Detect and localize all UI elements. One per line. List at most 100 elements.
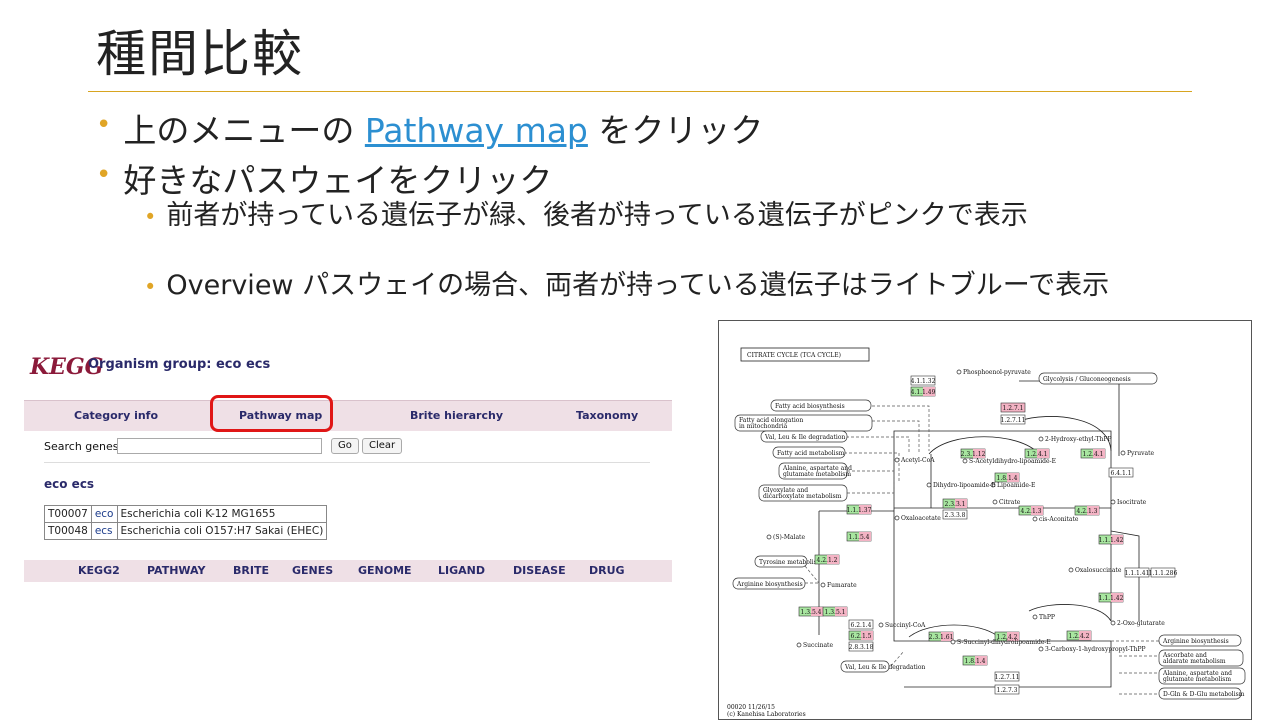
compound-label: 2-Oxo-glutarate <box>1117 620 1165 627</box>
enzyme-box[interactable]: 1.8.1.4 <box>962 655 988 666</box>
enzyme-box[interactable]: 2.8.3.18 <box>849 641 874 652</box>
compound-node[interactable] <box>1032 614 1038 620</box>
compound-node[interactable] <box>950 639 956 645</box>
bullet-2-2: • Overview パスウェイの場合、両者が持っている遺伝子はライトブルーで表… <box>144 272 1176 300</box>
compound-label: Oxalosuccinate <box>1075 567 1122 574</box>
footer-kegg2[interactable]: KEGG2 <box>78 564 120 577</box>
org-codes-title: eco ecs <box>44 477 95 491</box>
footer-genome[interactable]: GENOME <box>358 564 412 577</box>
enzyme-box[interactable]: 1.1.1.286 <box>1149 567 1178 578</box>
enzyme-ec: 1.1.1.41 <box>1125 570 1150 577</box>
enzyme-box[interactable]: 1.2.7.11 <box>995 671 1020 682</box>
organism-code-link[interactable]: eco <box>90 505 118 523</box>
enzyme-box[interactable]: 1.2.4.2 <box>1066 630 1092 641</box>
enzyme-ec: 1.3.5.1 <box>825 609 846 616</box>
compound-node[interactable] <box>962 458 968 464</box>
menu-taxonomy[interactable]: Taxonomy <box>576 409 638 422</box>
enzyme-box[interactable]: 1.1.1.37 <box>847 504 872 515</box>
footer-disease[interactable]: DISEASE <box>513 564 566 577</box>
compound-label: Phosphoenol-pyruvate <box>963 369 1031 376</box>
search-genes-input[interactable] <box>117 438 322 454</box>
enzyme-ec: 4.1.1.49 <box>911 389 936 396</box>
enzyme-box[interactable]: 2.3.3.1 <box>942 498 968 509</box>
enzyme-box[interactable]: 6.2.1.5 <box>848 630 874 641</box>
compound-node[interactable] <box>1032 516 1038 522</box>
pathway-link-label: Fatty acid metabolism <box>777 450 845 457</box>
enzyme-box[interactable]: 4.1.1.49 <box>911 386 936 397</box>
enzyme-box[interactable]: 4.2.1.2 <box>814 554 840 565</box>
enzyme-box[interactable]: 1.2.7.3 <box>994 684 1020 695</box>
pathway-link-label: in mitochondria <box>739 423 788 430</box>
footer-ligand[interactable]: LIGAND <box>438 564 485 577</box>
compound-node[interactable] <box>766 534 772 540</box>
organism-group-title: Organism group: eco ecs <box>88 357 271 372</box>
enzyme-box[interactable]: 1.1.1.41 <box>1125 567 1150 578</box>
bullet-2-1-text: 前者が持っている遺伝子が緑、後者が持っている遺伝子がピンクで表示 <box>166 200 1028 231</box>
go-button[interactable]: Go <box>331 438 359 454</box>
pathway-link-label: D-Gln & D-Glu metabolism <box>1163 691 1245 698</box>
enzyme-box[interactable]: 1.2.7.1 <box>1000 402 1026 413</box>
compound-node[interactable] <box>1038 646 1044 652</box>
compound-node[interactable] <box>1110 499 1116 505</box>
bullet-dot-icon: • <box>144 275 157 299</box>
enzyme-box[interactable]: 1.3.5.1 <box>822 606 848 617</box>
enzyme-box[interactable]: 1.1.5.4 <box>846 531 872 542</box>
enzyme-box[interactable]: 1.2.4.1 <box>1024 448 1050 459</box>
enzyme-ec: 1.2.7.3 <box>997 687 1018 694</box>
bullet-2-1: • 前者が持っている遺伝子が緑、後者が持っている遺伝子がピンクで表示 <box>144 200 1176 231</box>
compound-node[interactable] <box>894 515 900 521</box>
compound-node[interactable] <box>878 622 884 628</box>
kegg-organism-page: KEGG Organism group: eco ecs Category in… <box>24 344 672 584</box>
enzyme-box[interactable]: 2.3.1.61 <box>929 631 954 642</box>
pathway-link-label: Tyrosine metabolism <box>759 559 823 566</box>
compound-node[interactable] <box>820 582 826 588</box>
enzyme-box[interactable]: 2.3.1.12 <box>961 448 986 459</box>
compound-node[interactable] <box>956 369 962 375</box>
enzyme-ec: 2.3.1.12 <box>961 451 986 458</box>
compound-label: Succinate <box>803 642 833 649</box>
footer-brite[interactable]: BRITE <box>233 564 269 577</box>
enzyme-box[interactable]: 6.4.1.1 <box>1108 467 1134 478</box>
organism-name: Escherichia coli O157:H7 Sakai (EHEC) <box>116 522 328 540</box>
enzyme-box[interactable]: 1.1.1.42 <box>1099 592 1124 603</box>
organism-code-link[interactable]: ecs <box>90 522 118 540</box>
organism-name: Escherichia coli K-12 MG1655 <box>116 505 328 523</box>
kegg-menu-bar: Category info Pathway map Brite hierarch… <box>24 400 672 431</box>
compound-node[interactable] <box>926 482 932 488</box>
enzyme-box[interactable]: 1.8.1.4 <box>994 472 1020 483</box>
compound-label: Citrate <box>999 499 1021 506</box>
enzyme-ec: 2.3.3.1 <box>945 501 966 508</box>
enzyme-ec: 1.2.4.1 <box>1083 451 1104 458</box>
compound-node[interactable] <box>992 499 998 505</box>
compound-node[interactable] <box>1038 436 1044 442</box>
enzyme-ec: 1.1.5.4 <box>849 534 870 541</box>
compound-node[interactable] <box>1110 620 1116 626</box>
enzyme-ec: 1.1.1.42 <box>1099 537 1124 544</box>
enzyme-box[interactable]: 4.2.1.3 <box>1074 505 1100 516</box>
menu-brite-hierarchy[interactable]: Brite hierarchy <box>410 409 503 422</box>
enzyme-box[interactable]: 4.2.1.3 <box>1018 505 1044 516</box>
bullet-1-before: 上のメニューの <box>123 111 365 150</box>
enzyme-box[interactable]: 1.2.4.1 <box>1080 448 1106 459</box>
footer-genes[interactable]: GENES <box>292 564 333 577</box>
compound-node[interactable] <box>1068 567 1074 573</box>
compound-node[interactable] <box>894 457 900 463</box>
pathway-map-link[interactable]: Pathway map <box>365 111 588 150</box>
table-row: T00048 ecs Escherichia coli O157:H7 Saka… <box>44 522 328 540</box>
compound-node[interactable] <box>1120 450 1126 456</box>
enzyme-box[interactable]: 1.1.1.42 <box>1099 534 1124 545</box>
enzyme-ec: 6.2.1.4 <box>851 622 872 629</box>
enzyme-box[interactable]: 1.2.7.11 <box>1001 414 1026 425</box>
menu-category-info[interactable]: Category info <box>74 409 158 422</box>
enzyme-ec: 1.1.1.37 <box>847 507 872 514</box>
footer-drug[interactable]: DRUG <box>589 564 625 577</box>
enzyme-ec: 6.2.1.5 <box>851 633 872 640</box>
bullet-dot-icon: • <box>96 110 112 140</box>
footer-pathway[interactable]: PATHWAY <box>147 564 206 577</box>
enzyme-box[interactable]: 1.3.5.4 <box>798 606 824 617</box>
enzyme-box[interactable]: 6.2.1.4 <box>848 619 874 630</box>
enzyme-box[interactable]: 2.3.3.8 <box>942 509 968 520</box>
enzyme-box[interactable]: 4.1.1.32 <box>911 375 936 386</box>
clear-button[interactable]: Clear <box>362 438 403 454</box>
compound-node[interactable] <box>796 642 802 648</box>
